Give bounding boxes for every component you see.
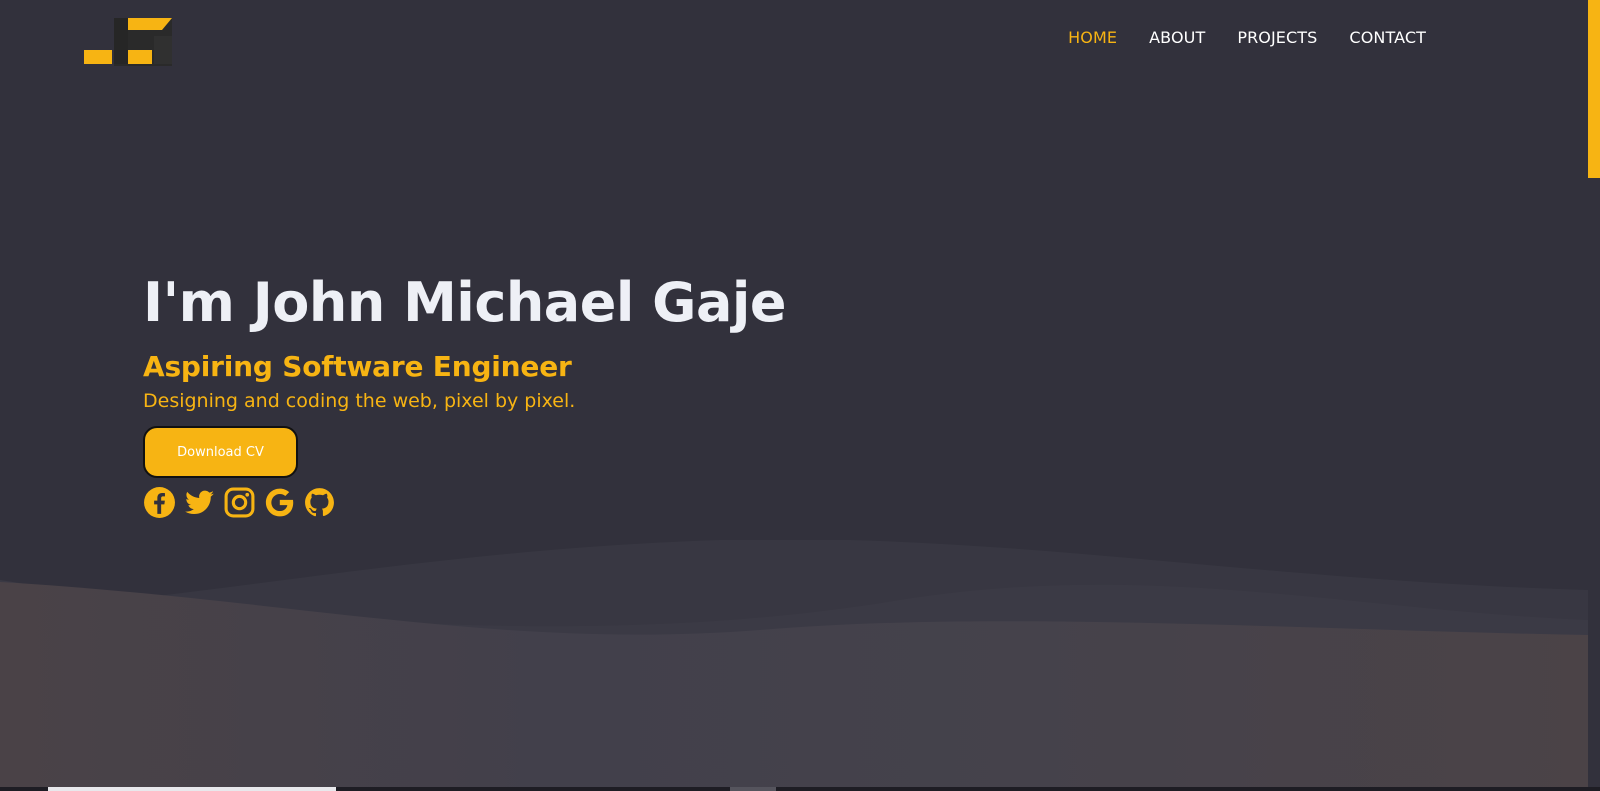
decorative-waves xyxy=(0,540,1588,791)
download-cv-button[interactable]: Download CV xyxy=(143,426,298,478)
bottom-strip xyxy=(0,787,1600,791)
hero-title: I'm John Michael Gaje xyxy=(143,271,787,334)
scroll-indicator[interactable] xyxy=(1588,0,1600,178)
bottom-strip-segment xyxy=(730,787,776,791)
hero-tagline: Designing and coding the web, pixel by p… xyxy=(143,390,576,412)
main-nav: HOME ABOUT PROJECTS CONTACT xyxy=(1036,28,1426,47)
nav-contact[interactable]: CONTACT xyxy=(1349,28,1426,47)
bottom-strip-segment xyxy=(48,787,336,791)
site-header: HOME ABOUT PROJECTS CONTACT xyxy=(0,0,1588,80)
nav-home[interactable]: HOME xyxy=(1068,28,1117,47)
instagram-icon[interactable] xyxy=(223,486,256,519)
social-links xyxy=(143,486,1043,519)
logo-icon xyxy=(84,18,172,66)
nav-projects[interactable]: PROJECTS xyxy=(1237,28,1317,47)
site-logo[interactable] xyxy=(84,18,172,66)
page: HOME ABOUT PROJECTS CONTACT I'm John Mic… xyxy=(0,0,1600,791)
hero-section: I'm John Michael Gaje Aspiring Software … xyxy=(143,270,1043,519)
github-icon[interactable] xyxy=(303,486,336,519)
facebook-icon[interactable] xyxy=(143,486,176,519)
twitter-icon[interactable] xyxy=(183,486,216,519)
nav-about[interactable]: ABOUT xyxy=(1149,28,1205,47)
hero-subtitle: Aspiring Software Engineer xyxy=(143,350,572,383)
google-icon[interactable] xyxy=(263,486,296,519)
